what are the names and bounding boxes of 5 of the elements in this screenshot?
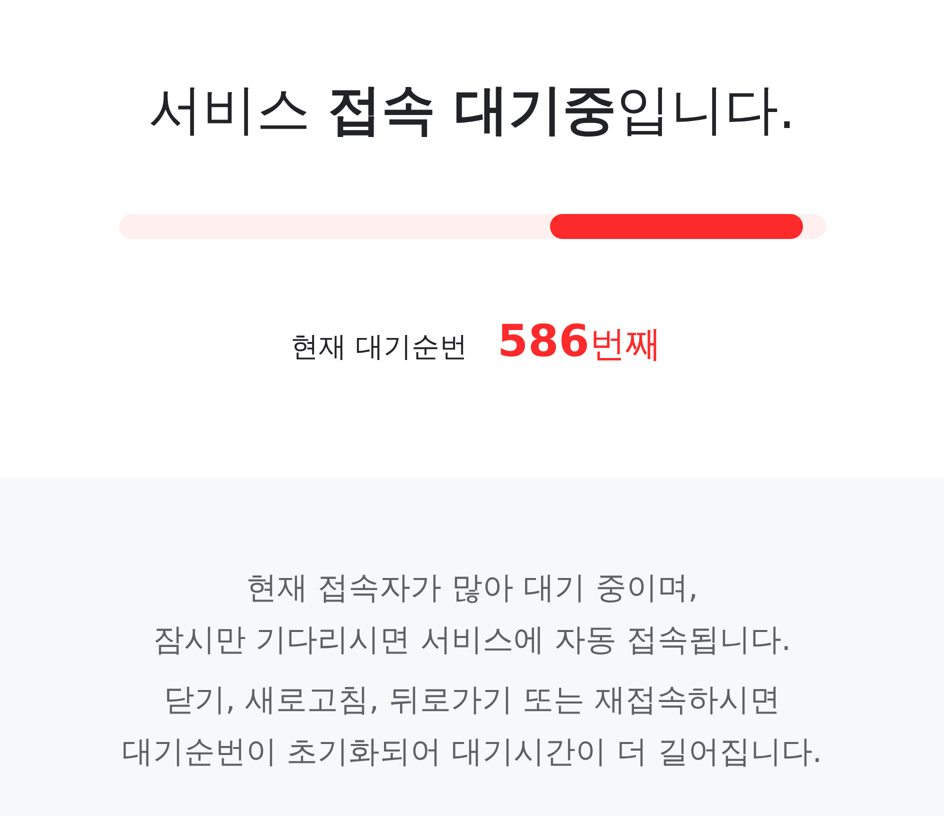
page-heading: 서비스 접속 대기중입니다. — [148, 77, 796, 143]
notice-paragraph: 닫기, 새로고침, 뒤로가기 또는 재접속하시면 대기순번이 초기화되어 대기시간이 더 길어집니다. — [122, 681, 822, 772]
queue-number: 586번째 — [498, 315, 662, 369]
notice-paragraph: 현재 접속자가 많아 대기 중이며, 잠시만 기다리시면 서비스에 자동 접속됩니다. — [152, 569, 792, 660]
queue-label: 현재 대기순번 — [290, 329, 468, 365]
